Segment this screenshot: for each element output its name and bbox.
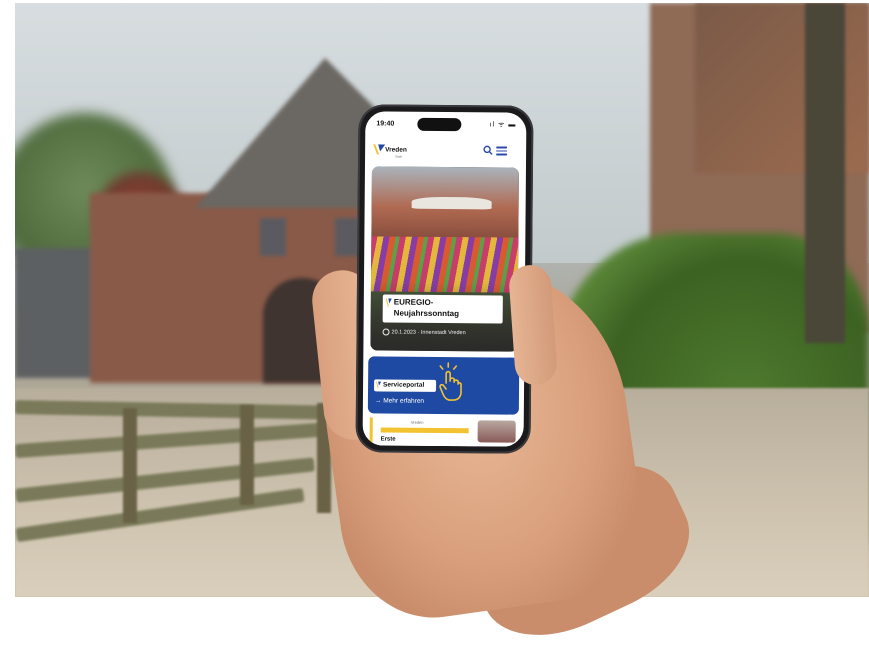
logo-mark-icon <box>386 298 392 306</box>
next-card-yellow-bar <box>381 427 469 433</box>
status-icons: ıl ᯤ ▬ <box>490 120 517 129</box>
news-meta: 20.1.2023 · Innenstadt Vreden <box>383 328 466 336</box>
mehr-erfahren-link[interactable]: → Mehr erfahren <box>375 397 424 404</box>
barn-window <box>260 218 286 256</box>
next-card-title: Erste <box>381 436 396 442</box>
dynamic-island <box>417 118 461 131</box>
news-card[interactable]: EUREGIO- Neujahrssonntag 20.1.2023 · Inn… <box>370 166 519 351</box>
logo-mark-icon <box>376 381 381 388</box>
next-card-thumbnail <box>478 420 516 442</box>
news-title-line-1: EUREGIO- <box>394 298 434 307</box>
clock-icon <box>383 328 390 335</box>
tap-hand-icon <box>434 361 468 403</box>
fence-post <box>123 408 137 523</box>
news-meta-text: 20.1.2023 · Innenstadt Vreden <box>392 329 466 336</box>
app-header: Vreden Stadt <box>365 139 526 162</box>
search-icon[interactable] <box>483 145 493 155</box>
news-title-box: EUREGIO- Neujahrssonntag <box>383 294 503 323</box>
phone-screen: 19:40 ıl ᯤ ▬ Vreden Stadt <box>363 111 527 446</box>
brand-subtitle: Stadt <box>395 155 402 159</box>
tree-trunk <box>805 3 845 343</box>
hamburger-menu-icon[interactable] <box>496 146 507 155</box>
serviceportal-card[interactable]: Serviceportal → Mehr erfahren <box>368 356 519 414</box>
vreden-logo-icon[interactable] <box>372 142 386 156</box>
serviceportal-label-box: Serviceportal <box>374 379 436 392</box>
serviceportal-label: Serviceportal <box>383 381 424 388</box>
index-finger <box>508 264 558 387</box>
news-title-line-2: Neujahrssonntag <box>394 309 459 319</box>
fence-post <box>240 405 254 505</box>
brand-name: Vreden <box>385 146 407 153</box>
next-card[interactable]: Vreden Erste <box>370 417 517 446</box>
market-awning <box>412 197 492 210</box>
next-card-small-text: Vreden <box>411 420 424 425</box>
status-time: 19:40 <box>376 120 394 127</box>
next-card-content: Vreden Erste <box>370 417 477 446</box>
smartphone: 19:40 ıl ᯤ ▬ Vreden Stadt <box>355 104 533 454</box>
